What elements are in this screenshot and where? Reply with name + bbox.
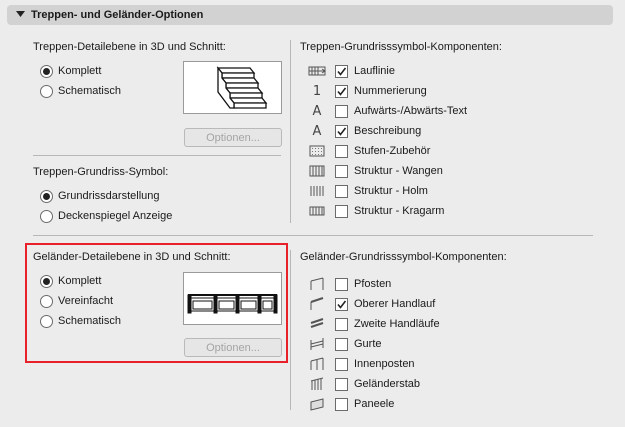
checkbox[interactable] xyxy=(335,357,348,371)
radio-label: Deckenspiegel Anzeige xyxy=(58,210,173,222)
stair-detail-radio-schematic[interactable]: Schematisch xyxy=(40,83,121,99)
component-rails[interactable]: Gurte xyxy=(307,335,382,353)
radio-dot[interactable] xyxy=(40,274,53,288)
component-label: Aufwärts-/Abwärts-Text xyxy=(354,105,468,117)
checkbox[interactable] xyxy=(335,124,348,138)
component-label: Geländerstab xyxy=(354,378,421,390)
component-label: Oberer Handlauf xyxy=(354,298,436,310)
component-stringer[interactable]: Struktur - Wangen xyxy=(307,162,443,180)
numbering-icon: 1 xyxy=(312,83,322,99)
component-label: Lauflinie xyxy=(354,65,395,77)
radio-label: Komplett xyxy=(58,65,102,77)
checkbox[interactable] xyxy=(335,337,348,351)
tread-accessory-icon xyxy=(307,143,327,159)
divider xyxy=(33,155,281,156)
checkbox[interactable] xyxy=(335,297,348,311)
component-post[interactable]: Pfosten xyxy=(307,275,391,293)
panel-header[interactable]: Treppen- und Geländer-Optionen xyxy=(7,5,613,25)
component-label: Nummerierung xyxy=(354,85,427,97)
component-description[interactable]: A Beschreibung xyxy=(307,122,422,140)
post-icon xyxy=(307,276,327,292)
component-beam[interactable]: Struktur - Holm xyxy=(307,182,428,200)
component-handrails[interactable]: Zweite Handläufe xyxy=(307,315,440,333)
checkbox[interactable] xyxy=(335,164,348,178)
component-label: Beschreibung xyxy=(354,125,422,137)
railing-detail-radio-simplified[interactable]: Vereinfacht xyxy=(40,293,113,309)
collapse-triangle-icon[interactable] xyxy=(16,10,25,18)
walking-line-icon xyxy=(307,63,327,79)
component-label: Stufen-Zubehör xyxy=(354,145,431,157)
stair-detail-title: Treppen-Detailebene in 3D und Schnitt: xyxy=(33,41,226,53)
component-label: Struktur - Kragarm xyxy=(354,205,445,217)
component-label: Struktur - Holm xyxy=(354,185,428,197)
component-up-down-text[interactable]: A Aufwärts-/Abwärts-Text xyxy=(307,102,468,120)
component-baluster[interactable]: Geländerstab xyxy=(307,375,420,393)
railing-components-title: Geländer-Grundrisssymbol-Komponenten: xyxy=(300,251,507,263)
railing-preview-image xyxy=(183,272,282,325)
column-divider xyxy=(290,250,291,410)
stair-symbol-radio-ceiling[interactable]: Deckenspiegel Anzeige xyxy=(40,208,172,224)
radio-dot[interactable] xyxy=(40,314,53,328)
radio-label: Komplett xyxy=(58,275,102,287)
component-label: Pfosten xyxy=(354,278,392,290)
railing-detail-radio-complete[interactable]: Komplett xyxy=(40,273,101,289)
stair-options-button[interactable]: Optionen... xyxy=(184,128,282,147)
radio-dot[interactable] xyxy=(40,294,53,308)
component-tread-accessory[interactable]: Stufen-Zubehör xyxy=(307,142,430,160)
text-icon: A xyxy=(312,123,322,139)
checkbox[interactable] xyxy=(335,104,348,118)
checkbox[interactable] xyxy=(335,204,348,218)
railing-options-button[interactable]: Optionen... xyxy=(184,338,282,357)
inner-post-icon xyxy=(307,356,327,372)
checkbox[interactable] xyxy=(335,64,348,78)
checkbox[interactable] xyxy=(335,317,348,331)
railing-detail-title: Geländer-Detailebene in 3D und Schnitt: xyxy=(33,251,231,263)
stair-symbol-radio-plan[interactable]: Grundrissdarstellung xyxy=(40,188,160,204)
stair-detail-radio-complete[interactable]: Komplett xyxy=(40,63,101,79)
rail-icon xyxy=(307,336,327,352)
component-label: Gurte xyxy=(354,338,382,350)
radio-label: Schematisch xyxy=(58,85,121,97)
radio-dot[interactable] xyxy=(40,84,53,98)
railing-detail-radio-schematic[interactable]: Schematisch xyxy=(40,313,121,329)
radio-label: Vereinfacht xyxy=(58,295,114,307)
radio-dot[interactable] xyxy=(40,64,53,78)
component-label: Zweite Handläufe xyxy=(354,318,440,330)
stair-symbol-title: Treppen-Grundriss-Symbol: xyxy=(33,166,169,178)
checkbox[interactable] xyxy=(335,184,348,198)
component-top-rail[interactable]: Oberer Handlauf xyxy=(307,295,435,313)
text-icon: A xyxy=(312,103,322,119)
component-panel[interactable]: Paneele xyxy=(307,395,394,413)
radio-label: Schematisch xyxy=(58,315,121,327)
radio-dot[interactable] xyxy=(40,189,53,203)
stair-preview-image xyxy=(183,61,282,114)
checkbox[interactable] xyxy=(335,277,348,291)
checkbox[interactable] xyxy=(335,377,348,391)
checkbox[interactable] xyxy=(335,397,348,411)
component-label: Paneele xyxy=(354,398,395,410)
checkbox[interactable] xyxy=(335,144,348,158)
component-label: Struktur - Wangen xyxy=(354,165,443,177)
component-numbering[interactable]: 1 Nummerierung xyxy=(307,82,427,100)
checkbox[interactable] xyxy=(335,84,348,98)
component-label: Innenposten xyxy=(354,358,415,370)
component-cantilever[interactable]: Struktur - Kragarm xyxy=(307,202,444,220)
stringer-icon xyxy=(307,163,327,179)
top-rail-icon xyxy=(307,296,327,312)
panel-title: Treppen- und Geländer-Optionen xyxy=(31,9,204,21)
baluster-icon xyxy=(307,376,327,392)
column-divider xyxy=(290,40,291,223)
cantilever-icon xyxy=(307,203,327,219)
component-inner-post[interactable]: Innenposten xyxy=(307,355,415,373)
component-walking-line[interactable]: Lauflinie xyxy=(307,62,395,80)
panel-icon xyxy=(307,396,327,412)
radio-label: Grundrissdarstellung xyxy=(58,190,160,202)
beam-icon xyxy=(307,183,327,199)
section-divider xyxy=(33,235,593,236)
handrail-icon xyxy=(307,316,327,332)
radio-dot[interactable] xyxy=(40,209,53,223)
stair-components-title: Treppen-Grundrisssymbol-Komponenten: xyxy=(300,41,502,53)
